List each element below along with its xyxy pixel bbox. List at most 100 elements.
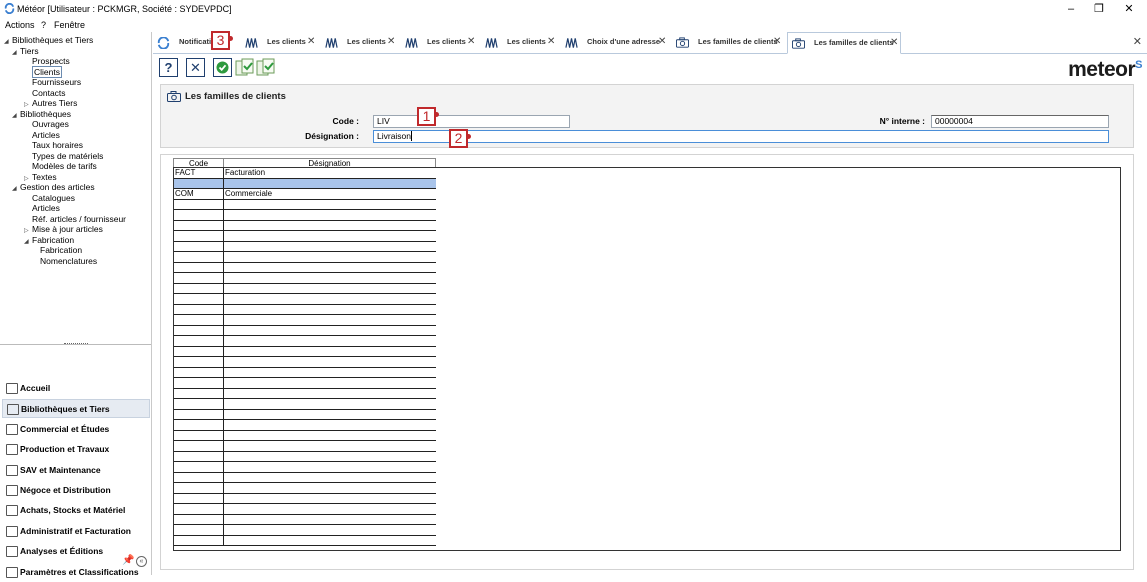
cell-designation[interactable] [224, 231, 436, 241]
tree-item[interactable]: Fournisseurs [32, 77, 81, 87]
menu-fenetre[interactable]: Fenêtre [54, 20, 85, 30]
validate-copy-button[interactable] [234, 57, 256, 79]
cell-designation[interactable] [224, 494, 436, 504]
cell-code[interactable] [174, 262, 224, 272]
cell-code[interactable] [174, 535, 224, 545]
tree-item[interactable]: Fabrication [40, 245, 82, 255]
cell-code[interactable] [174, 462, 224, 472]
table-row[interactable]: COM Commerciale [174, 189, 436, 200]
expanded-arrow-icon[interactable]: ◢ [24, 237, 32, 247]
module-catalog[interactable]: Négoce et Distribution [2, 481, 150, 500]
cell-code[interactable] [174, 388, 224, 398]
expanded-arrow-icon[interactable]: ◢ [12, 48, 20, 58]
cell-designation[interactable]: Facturation [224, 168, 436, 178]
cell-designation[interactable] [224, 315, 436, 325]
tree-item[interactable]: Ouvrages [32, 119, 69, 129]
table-row[interactable] [174, 525, 436, 536]
menu-actions[interactable]: Actions [5, 20, 35, 30]
table-row[interactable] [174, 535, 436, 546]
panel-splitter[interactable] [0, 343, 151, 347]
cell-code[interactable] [174, 315, 224, 325]
cancel-button[interactable]: ✕ [186, 58, 205, 77]
cell-designation[interactable] [224, 473, 436, 483]
table-row[interactable] [174, 514, 436, 525]
cell-designation[interactable] [224, 294, 436, 304]
cell-designation[interactable] [224, 515, 436, 525]
table-row[interactable] [174, 357, 436, 368]
cell-designation[interactable] [224, 462, 436, 472]
module-admin[interactable]: Administratif et Facturation [2, 522, 150, 541]
cell-designation[interactable] [224, 410, 436, 420]
module-gear[interactable]: SAV et Maintenance [2, 461, 150, 480]
pin-icon[interactable]: 📌 [122, 555, 134, 566]
cell-designation[interactable] [224, 504, 436, 514]
cell-designation[interactable] [224, 242, 436, 252]
code-input[interactable]: LIV [373, 115, 570, 128]
cell-code[interactable] [174, 283, 224, 293]
close-tab-icon[interactable]: ✕ [658, 36, 666, 47]
table-row[interactable] [174, 262, 436, 273]
tree-item[interactable]: Taux horaires [32, 140, 83, 150]
cell-designation[interactable] [224, 252, 436, 262]
table-row[interactable] [174, 210, 436, 221]
table-row[interactable] [174, 472, 436, 483]
table-row[interactable] [174, 346, 436, 357]
cell-code[interactable] [174, 378, 224, 388]
cell-code[interactable] [174, 241, 224, 251]
cell-designation[interactable] [224, 336, 436, 346]
expanded-arrow-icon[interactable]: ◢ [12, 184, 20, 194]
cell-code[interactable] [174, 420, 224, 430]
cell-code[interactable] [174, 472, 224, 482]
cell-designation[interactable] [224, 378, 436, 388]
cell-code[interactable] [174, 325, 224, 335]
cell-code[interactable] [174, 493, 224, 503]
table-row[interactable] [174, 430, 436, 441]
cell-code[interactable] [174, 178, 224, 188]
table-row[interactable] [174, 252, 436, 263]
table-row[interactable] [174, 220, 436, 231]
table-row[interactable] [174, 504, 436, 515]
expanded-arrow-icon[interactable]: ◢ [12, 111, 20, 121]
cell-designation[interactable] [224, 452, 436, 462]
tab[interactable]: Choix d'une adresse ✕ [561, 32, 670, 54]
cell-code[interactable] [174, 525, 224, 535]
tree-item[interactable]: Articles [32, 203, 60, 213]
validate-new-button[interactable] [255, 57, 277, 79]
table-row[interactable] [174, 315, 436, 326]
table-row[interactable] [174, 231, 436, 242]
tab[interactable]: Les clients ✕ [321, 32, 399, 54]
table-row[interactable] [174, 304, 436, 315]
validate-button[interactable] [213, 58, 232, 77]
close-window-button[interactable]: ✕ [1113, 0, 1145, 18]
cell-designation[interactable] [224, 420, 436, 430]
table-row[interactable] [174, 273, 436, 284]
cell-code[interactable] [174, 430, 224, 440]
cell-code[interactable] [174, 367, 224, 377]
table-row[interactable] [174, 283, 436, 294]
cell-code[interactable]: FACT [174, 168, 224, 178]
collapse-panel-button[interactable]: « [136, 556, 147, 567]
tree-item[interactable]: Types de matériels [32, 151, 103, 161]
cell-designation[interactable] [224, 536, 436, 546]
cell-code[interactable] [174, 304, 224, 314]
module-worker[interactable]: Production et Travaux [2, 440, 150, 459]
table-row[interactable] [174, 420, 436, 431]
table-row[interactable] [174, 409, 436, 420]
cell-designation[interactable] [224, 368, 436, 378]
tab[interactable]: Les clients ✕ [401, 32, 479, 54]
close-tab-icon[interactable]: ✕ [307, 36, 315, 47]
table-row[interactable] [174, 178, 436, 189]
cell-designation[interactable] [224, 221, 436, 231]
table-row[interactable] [174, 388, 436, 399]
cell-code[interactable] [174, 399, 224, 409]
cell-code[interactable] [174, 199, 224, 209]
cell-code[interactable] [174, 210, 224, 220]
cell-code[interactable] [174, 409, 224, 419]
close-tab-icon[interactable]: ✕ [547, 36, 555, 47]
close-tab-icon[interactable]: ✕ [467, 36, 475, 47]
tab[interactable]: Les clients ✕ [481, 32, 559, 54]
cell-designation[interactable] [224, 263, 436, 273]
cell-code[interactable] [174, 451, 224, 461]
cell-designation[interactable] [224, 399, 436, 409]
table-row[interactable] [174, 399, 436, 410]
